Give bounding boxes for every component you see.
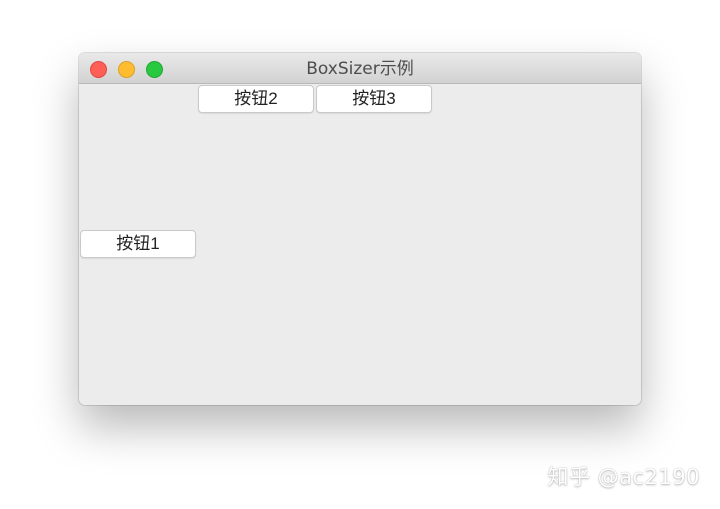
app-window: BoxSizer示例 按钮2 按钮3 按钮1	[79, 53, 641, 405]
watermark-text: 知乎 @ac2190	[547, 465, 700, 489]
window-content: 按钮2 按钮3 按钮1	[79, 84, 641, 405]
button-1[interactable]: 按钮1	[80, 230, 196, 258]
button-3[interactable]: 按钮3	[316, 85, 432, 113]
title-bar[interactable]: BoxSizer示例	[79, 53, 641, 84]
button-2[interactable]: 按钮2	[198, 85, 314, 113]
window-title: BoxSizer示例	[306, 59, 414, 79]
